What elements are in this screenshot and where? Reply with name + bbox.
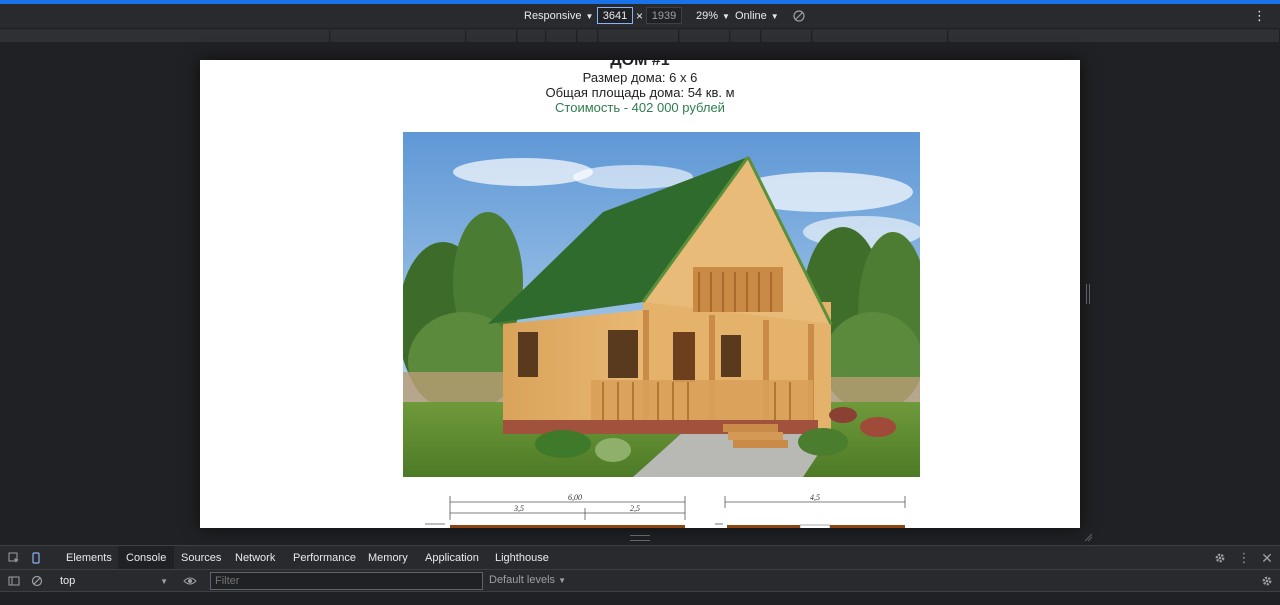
caret-down-icon: ▼ <box>558 576 567 585</box>
tab-memory[interactable]: Memory <box>360 546 416 569</box>
viewport-height-input[interactable] <box>646 7 682 24</box>
throttle-label: Online <box>735 10 767 22</box>
device-select[interactable]: Responsive ▼ <box>524 8 593 24</box>
console-toolbar: top ▼ Default levels ▼ <box>0 569 1280 591</box>
log-levels-select[interactable]: Default levels ▼ <box>489 574 566 586</box>
console-settings-gear-icon[interactable] <box>1259 573 1275 589</box>
caret-down-icon: ▼ <box>585 11 594 21</box>
plan-label-total: 6,00 <box>568 493 582 502</box>
resize-handle-right[interactable] <box>1086 284 1090 304</box>
throttle-select[interactable]: Online ▼ <box>735 8 779 24</box>
plan-label-left: 3,5 <box>513 504 524 513</box>
more-options-icon[interactable]: ⋮ <box>1236 550 1252 566</box>
rotate-disabled-icon[interactable] <box>793 8 805 24</box>
caret-down-icon: ▼ <box>770 11 779 21</box>
caret-down-icon: ▼ <box>160 576 168 586</box>
tab-lighthouse[interactable]: Lighthouse <box>487 546 557 569</box>
emulated-canvas: ДОМ #1 Размер дома: 6 x 6 Общая площадь … <box>0 42 1280 545</box>
devtools-tabbar: Elements Console Sources Network Perform… <box>0 545 1280 569</box>
tab-performance[interactable]: Performance <box>285 546 364 569</box>
close-icon[interactable]: ✕ <box>1259 550 1275 566</box>
viewport-width-input[interactable] <box>597 7 633 24</box>
house-title: ДОМ #1 <box>610 60 670 69</box>
tab-console[interactable]: Console <box>118 546 175 569</box>
plan-label-right: 2,5 <box>630 504 640 513</box>
house-area: Общая площадь дома: 54 кв. м <box>545 85 735 100</box>
caret-down-icon: ▼ <box>722 11 730 21</box>
sidebar-toggle-icon[interactable] <box>6 573 22 589</box>
settings-gear-icon[interactable] <box>1212 550 1228 566</box>
more-options-icon[interactable]: ⋮ <box>1253 9 1266 23</box>
context-selector[interactable]: top ▼ <box>56 572 172 590</box>
tab-network[interactable]: Network <box>227 546 283 569</box>
inspect-element-icon[interactable] <box>6 550 22 566</box>
house-size: Размер дома: 6 x 6 <box>582 70 698 85</box>
media-query-ruler <box>0 28 1280 42</box>
tab-elements[interactable]: Elements <box>58 546 120 569</box>
page-viewport: ДОМ #1 Размер дома: 6 x 6 Общая площадь … <box>200 60 1080 528</box>
times-separator: × <box>636 9 644 23</box>
clear-console-icon[interactable] <box>29 573 45 589</box>
resize-handle-bottom[interactable] <box>630 535 650 541</box>
resize-handle-corner[interactable] <box>1083 532 1093 542</box>
log-levels-label: Default levels <box>489 574 556 586</box>
tab-application[interactable]: Application <box>417 546 487 569</box>
console-filter-input[interactable] <box>210 572 483 590</box>
context-label: top <box>60 575 76 587</box>
house-price: Стоимость - 402 000 рублей <box>555 100 725 115</box>
eye-icon[interactable] <box>182 573 198 589</box>
device-toggle-icon[interactable] <box>28 550 44 566</box>
device-label: Responsive <box>524 10 582 22</box>
tab-sources[interactable]: Sources <box>173 546 229 569</box>
house-photo <box>403 132 920 477</box>
zoom-label: 29% <box>696 10 719 22</box>
zoom-select[interactable]: 29% ▼ <box>696 8 730 24</box>
plan-label-second: 4,5 <box>810 493 820 502</box>
floor-plan-preview: 6,00 3,5 2,5 4,5 <box>425 493 906 528</box>
console-output-area[interactable] <box>0 591 1280 605</box>
device-toolbar: Responsive ▼ × 29% ▼ Online ▼ ⋮ <box>0 4 1280 28</box>
